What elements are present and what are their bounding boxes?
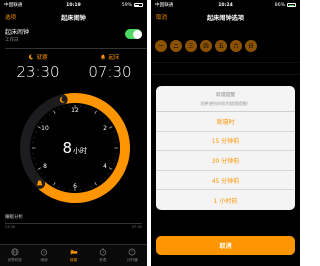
sleep-analysis-label: 睡眠分析 — [5, 215, 23, 220]
analysis-tick: 23:30 — [5, 225, 16, 229]
nav-bar: 取消 起床闹钟选项 — [151, 10, 300, 24]
wake-label: 起床 — [108, 55, 120, 61]
alarm-row-label: 起床闹钟 — [5, 29, 30, 36]
dial-number: 6 — [73, 183, 77, 190]
sleep-dial[interactable]: 12 2 4 6 8 10 8 小时 — [15, 88, 135, 208]
dial-number: 4 — [103, 163, 107, 170]
option-at-bedtime[interactable]: 就寝时 — [156, 112, 295, 132]
page-title: 起床闹钟 — [61, 14, 86, 22]
dial-number: 8 — [43, 163, 47, 170]
tab-stopwatch[interactable]: 秒表 — [88, 245, 117, 266]
alarm-row-sub: 工作日 — [5, 38, 19, 43]
alarm-clock-icon — [40, 249, 48, 256]
battery-percent: 59% — [121, 2, 132, 8]
duration-unit: 小时 — [73, 146, 87, 155]
divider — [5, 48, 147, 49]
alarm-toggle[interactable] — [125, 29, 142, 39]
nav-bar: 选项 起床闹钟 — [0, 10, 147, 24]
page-title: 起床闹钟选项 — [206, 14, 245, 22]
bedtime-handle[interactable] — [56, 94, 68, 106]
option-1-hour[interactable]: 1 小时前 — [156, 190, 295, 210]
toggle-knob — [132, 29, 142, 39]
tab-alarm[interactable]: 闹钟 — [29, 245, 58, 266]
alarm-row: 起床闹钟 工作日 — [5, 27, 142, 45]
status-time: 10:24 — [218, 2, 233, 8]
bell-icon — [101, 54, 106, 60]
bedtime-block[interactable]: 就寝 23:30 — [8, 53, 68, 81]
tab-label: 秒表 — [99, 258, 107, 262]
tab-timer[interactable]: 计时器 — [118, 245, 147, 266]
analysis-tick: 07:30 — [131, 225, 142, 229]
dial-number: 2 — [103, 125, 107, 132]
dial-number: 10 — [41, 125, 49, 132]
carrier-label: 中国联通 — [155, 3, 174, 8]
reminder-action-sheet: 就寝提醒 您希望何时收到就寝提醒？ 就寝时 15 分钟前 30 分钟前 45 分… — [156, 86, 295, 210]
globe-icon — [11, 248, 19, 256]
wake-value: 07:30 — [88, 63, 132, 81]
battery-percent: 86% — [274, 2, 285, 8]
cancel-nav-button[interactable]: 取消 — [156, 13, 167, 21]
cancel-button[interactable]: 取消 — [156, 236, 295, 255]
timer-icon — [128, 248, 136, 256]
sleep-analysis-chart: 23:30 07:30 — [5, 221, 142, 229]
bedtime-label: 就寝 — [36, 55, 48, 61]
tab-label: 世界时钟 — [7, 258, 22, 262]
option-15-min[interactable]: 15 分钟前 — [156, 132, 295, 152]
wake-block[interactable]: 起床 07:30 — [80, 53, 140, 81]
options-button[interactable]: 选项 — [5, 13, 16, 21]
tab-label: 闹钟 — [40, 258, 48, 262]
option-45-min[interactable]: 45 分钟前 — [156, 171, 295, 191]
tab-bar: 世界时钟 闹钟 就寝 秒表 计时器 — [0, 244, 147, 266]
option-30-min[interactable]: 30 分钟前 — [156, 151, 295, 171]
status-bar: 中国联通 10:19 59% — [0, 0, 147, 10]
duration-value: 8 — [62, 139, 72, 157]
sheet-description: 您希望何时收到就寝提醒？ — [200, 101, 251, 106]
bedtime-screen: 中国联通 10:19 59% 选项 起床闹钟 起床闹钟 工作日 就寝 23:30… — [0, 0, 147, 266]
carrier-label: 中国联通 — [4, 3, 23, 8]
alarm-options-screen: 中国联通 10:24 86% 取消 起床闹钟选项 一 二 三 四 五 六 日 就… — [151, 0, 300, 266]
sheet-header: 就寝提醒 您希望何时收到就寝提醒？ — [156, 86, 295, 112]
tab-label: 计时器 — [126, 258, 138, 262]
sheet-title: 就寝提醒 — [215, 93, 236, 98]
tab-world-clock[interactable]: 世界时钟 — [0, 245, 29, 266]
analysis-bar — [5, 223, 142, 224]
status-time: 10:19 — [66, 2, 81, 8]
moon-icon — [29, 54, 34, 60]
bed-icon — [70, 249, 77, 255]
tab-bedtime[interactable]: 就寝 — [59, 245, 88, 266]
battery-icon — [133, 3, 143, 7]
status-bar: 中国联通 10:24 86% — [151, 0, 300, 10]
bedtime-value: 23:30 — [16, 63, 60, 81]
wake-handle[interactable] — [34, 177, 46, 189]
stopwatch-icon — [99, 248, 107, 256]
dial-number: 12 — [71, 107, 79, 114]
battery-icon — [287, 3, 296, 7]
tab-label: 就寝 — [69, 258, 78, 262]
